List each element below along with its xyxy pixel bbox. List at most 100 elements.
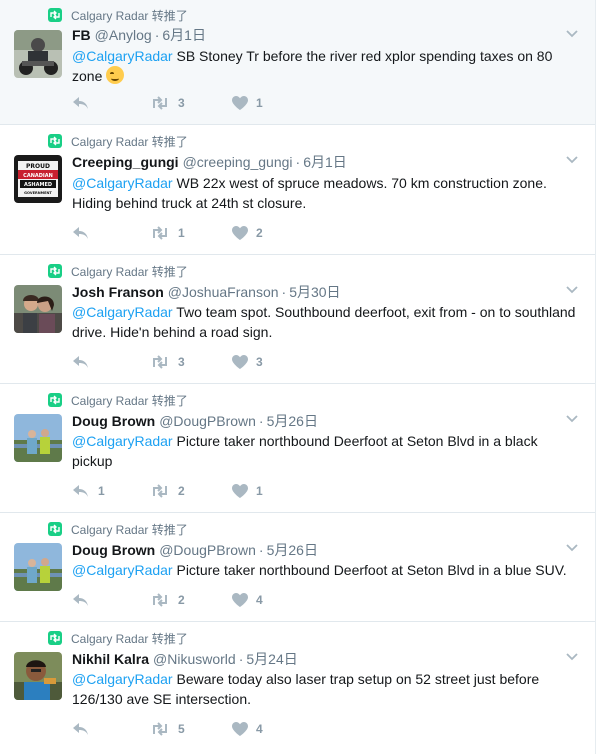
retweet-button[interactable]: 1 [150, 226, 232, 240]
tweet-timestamp[interactable]: 6月1日 [162, 25, 206, 45]
avatar[interactable]: PROUD CANADIAN ASHAMED GOVERNMENT [14, 155, 62, 203]
chevron-down-icon[interactable] [565, 414, 579, 424]
retweet-button[interactable]: 3 [150, 96, 232, 110]
avatar[interactable] [14, 652, 62, 700]
reply-button[interactable] [72, 96, 150, 110]
retweeted-by-label[interactable]: Calgary Radar 转推了 [71, 630, 188, 647]
author-name[interactable]: FB [72, 27, 91, 43]
tweet-timestamp[interactable]: 5月30日 [289, 282, 340, 302]
mention-link[interactable]: @CalgaryRadar [72, 562, 173, 578]
tweet-header: Creeping_gungi @creeping_gungi · 6月1日 [72, 152, 347, 172]
tweet-timestamp[interactable]: 5月26日 [267, 540, 318, 560]
retweet-badge-icon [48, 631, 62, 645]
reply-icon [73, 723, 88, 735]
tweet-timestamp[interactable]: 6月1日 [303, 152, 347, 172]
reply-button[interactable]: 1 [72, 484, 150, 498]
tweet-text: @CalgaryRadar SB Stoney Tr before the ri… [72, 48, 553, 84]
retweeted-by-label[interactable]: Calgary Radar 转推了 [71, 263, 188, 280]
retweet-button[interactable]: 2 [150, 484, 232, 498]
author-handle[interactable]: @DougPBrown [159, 413, 256, 429]
reply-icon [73, 227, 88, 239]
reply-icon [73, 485, 88, 497]
retweet-context: Calgary Radar 转推了 [48, 133, 188, 149]
tweet-header: Doug Brown @DougPBrown · 5月26日 [72, 540, 318, 560]
author-handle[interactable]: @Anylog [95, 27, 152, 43]
chevron-down-icon[interactable] [565, 543, 579, 553]
like-count: 3 [256, 355, 263, 369]
reply-button[interactable] [72, 593, 150, 607]
retweet-button[interactable]: 5 [150, 722, 232, 736]
author-name[interactable]: Josh Franson [72, 284, 164, 300]
reply-icon [73, 97, 88, 109]
author-handle[interactable]: @creeping_gungi [183, 154, 293, 170]
like-count: 4 [256, 722, 263, 736]
tweet-card[interactable]: Calgary Radar 转推了 Josh Franson @JoshuaFr… [0, 255, 595, 384]
reply-count: 1 [98, 484, 105, 498]
retweet-badge-icon [48, 8, 62, 22]
retweet-icon [153, 593, 167, 607]
retweet-count: 1 [178, 226, 185, 240]
author-name[interactable]: Nikhil Kalra [72, 651, 149, 667]
reply-button[interactable] [72, 226, 150, 240]
tweet-actions: 1 2 [72, 224, 312, 242]
like-button[interactable]: 4 [232, 722, 312, 736]
retweeted-by-label[interactable]: Calgary Radar 转推了 [71, 521, 188, 538]
reply-button[interactable] [72, 355, 150, 369]
avatar[interactable] [14, 414, 62, 462]
heart-icon [232, 593, 248, 607]
author-name[interactable]: Doug Brown [72, 413, 155, 429]
retweet-icon [153, 226, 167, 240]
tweet-actions: 3 1 [72, 94, 312, 112]
author-handle[interactable]: @JoshuaFranson [168, 284, 279, 300]
tweet-card[interactable]: Calgary Radar 转推了 FB @Anylog · 6月1日 @Cal… [0, 0, 595, 125]
chevron-down-icon[interactable] [565, 29, 579, 39]
mention-link[interactable]: @CalgaryRadar [72, 433, 173, 449]
mention-link[interactable]: @CalgaryRadar [72, 671, 173, 687]
svg-text:PROUD: PROUD [26, 163, 50, 170]
tweet-card[interactable]: Calgary Radar 转推了 PROUD CANADIAN ASHAMED… [0, 125, 595, 255]
like-button[interactable]: 1 [232, 484, 312, 498]
like-button[interactable]: 3 [232, 355, 312, 369]
tweet-timestamp[interactable]: 5月26日 [267, 411, 318, 431]
retweeted-by-label[interactable]: Calgary Radar 转推了 [71, 392, 188, 409]
chevron-down-icon[interactable] [565, 652, 579, 662]
retweeted-by-label[interactable]: Calgary Radar 转推了 [71, 133, 188, 150]
retweet-count: 5 [178, 722, 185, 736]
smirking-face-emoji-icon [106, 66, 125, 84]
like-button[interactable]: 4 [232, 593, 312, 607]
author-name[interactable]: Creeping_gungi [72, 154, 179, 170]
chevron-down-icon[interactable] [565, 155, 579, 165]
tweet-card[interactable]: Calgary Radar 转推了 Nikhil Kalra @Nikuswor… [0, 622, 595, 754]
tweet-header: Nikhil Kalra @Nikusworld · 5月24日 [72, 649, 298, 669]
retweet-count: 3 [178, 96, 185, 110]
like-button[interactable]: 1 [232, 96, 312, 110]
author-handle[interactable]: @Nikusworld [153, 651, 236, 667]
retweet-button[interactable]: 2 [150, 593, 232, 607]
author-handle[interactable]: @DougPBrown [159, 542, 256, 558]
tweet-header: Doug Brown @DougPBrown · 5月26日 [72, 411, 318, 431]
retweet-context: Calgary Radar 转推了 [48, 392, 188, 408]
tweet-card[interactable]: Calgary Radar 转推了 Doug Brown @DougPBrown… [0, 513, 595, 622]
retweet-button[interactable]: 3 [150, 355, 232, 369]
mention-link[interactable]: @CalgaryRadar [72, 175, 173, 191]
like-button[interactable]: 2 [232, 226, 312, 240]
retweeted-by-label[interactable]: Calgary Radar 转推了 [71, 7, 188, 24]
retweet-context: Calgary Radar 转推了 [48, 521, 188, 537]
retweet-count: 3 [178, 355, 185, 369]
chevron-down-icon[interactable] [565, 285, 579, 295]
reply-button[interactable] [72, 722, 150, 736]
avatar[interactable] [14, 543, 62, 591]
tweet-actions: 3 3 [72, 353, 312, 371]
heart-icon [232, 96, 248, 110]
retweet-context: Calgary Radar 转推了 [48, 263, 188, 279]
avatar[interactable] [14, 285, 62, 333]
tweet-timestamp[interactable]: 5月24日 [246, 649, 297, 669]
tweet-text: @CalgaryRadar WB 22x west of spruce mead… [72, 175, 547, 211]
tweet-card[interactable]: Calgary Radar 转推了 Doug Brown @DougPBrown… [0, 384, 595, 513]
retweet-badge-icon [48, 522, 62, 536]
mention-link[interactable]: @CalgaryRadar [72, 304, 173, 320]
avatar[interactable] [14, 30, 62, 78]
mention-link[interactable]: @CalgaryRadar [72, 48, 173, 64]
heart-icon [232, 722, 248, 736]
author-name[interactable]: Doug Brown [72, 542, 155, 558]
